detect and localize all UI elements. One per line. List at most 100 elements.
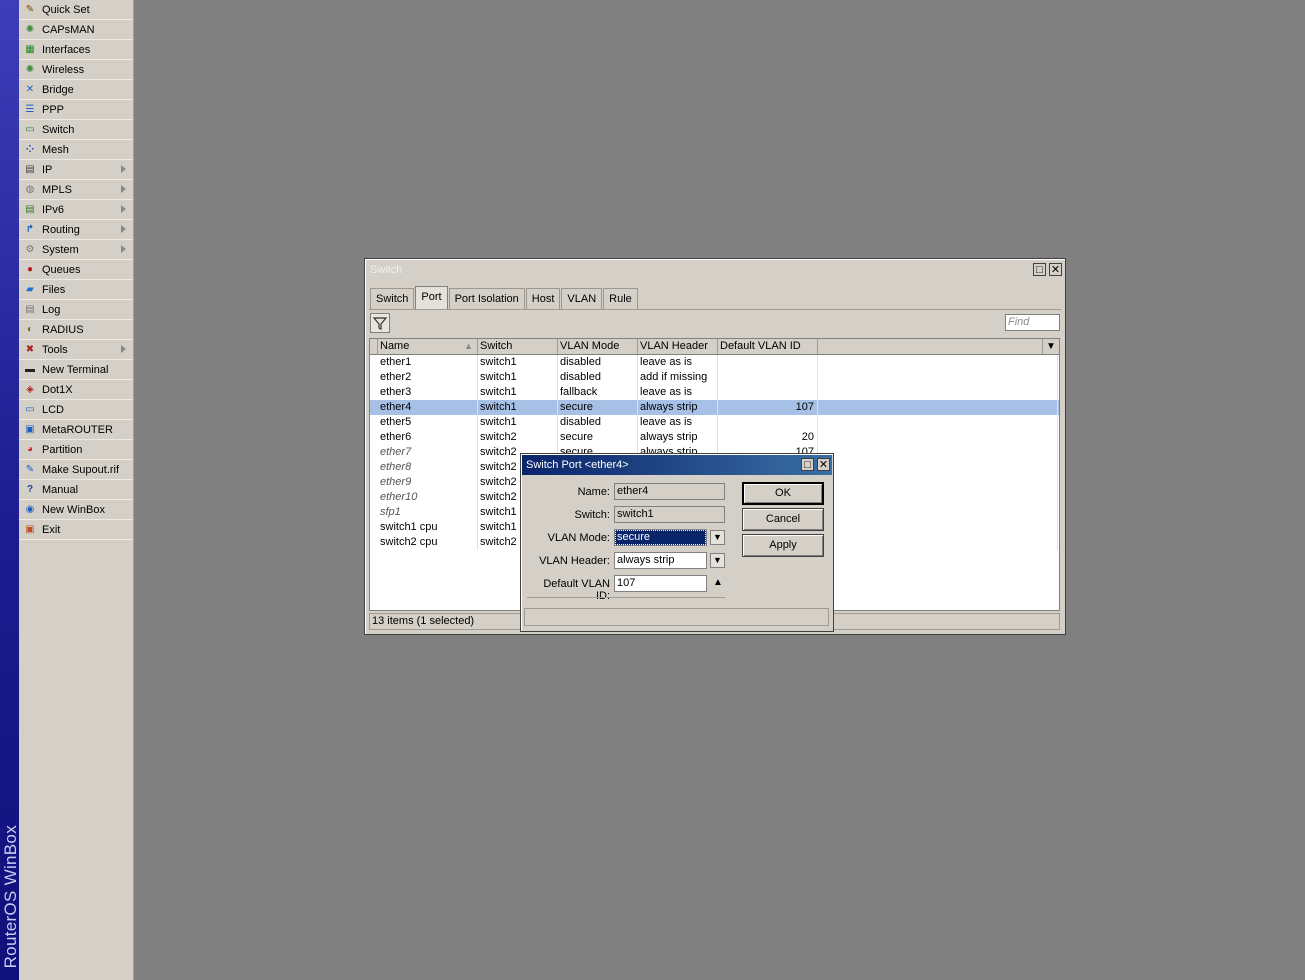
column-header-vlan-mode[interactable]: VLAN Mode — [558, 339, 638, 354]
tab-port[interactable]: Port — [415, 286, 448, 309]
ip-icon: ▤ — [25, 163, 35, 175]
sidebar-item-files[interactable]: ▰ Files — [19, 280, 133, 300]
sidebar-item-metarouter[interactable]: ▣ MetaROUTER — [19, 420, 133, 440]
name-field[interactable]: ether4 — [614, 483, 725, 500]
cell-filler — [818, 445, 1058, 460]
cell-default-vlan-id: 20 — [718, 430, 818, 445]
sidebar-item-label: Exit — [42, 523, 61, 536]
switch-icon: ▭ — [25, 123, 35, 135]
cell-name: ether1 — [378, 355, 478, 370]
sidebar-item-make-supout-rif[interactable]: ✎ Make Supout.rif — [19, 460, 133, 480]
filter-icon — [372, 317, 388, 330]
submenu-arrow-icon — [121, 205, 126, 213]
sidebar-item-mpls[interactable]: ◍ MPLS — [19, 180, 133, 200]
sidebar-item-dot1x[interactable]: ◈ Dot1X — [19, 380, 133, 400]
sidebar-item-radius[interactable]: ◐ RADIUS — [19, 320, 133, 340]
table-row[interactable]: ether6 switch2 secure always strip 20 — [370, 430, 1059, 445]
close-icon[interactable]: ✕ — [1049, 263, 1062, 276]
submenu-arrow-icon — [121, 245, 126, 253]
partition-icon: ◕ — [26, 443, 34, 455]
submenu-arrow-icon — [121, 345, 126, 353]
ok-button[interactable]: OK — [742, 482, 824, 505]
vlan-mode-dropdown-icon[interactable]: ▼ — [710, 530, 725, 545]
sidebar-item-log[interactable]: ▤ Log — [19, 300, 133, 320]
cell-filler — [818, 490, 1058, 505]
sidebar-item-label: Queues — [42, 263, 81, 276]
sidebar-item-new-winbox[interactable]: ◉ New WinBox — [19, 500, 133, 520]
tab-vlan[interactable]: VLAN — [561, 288, 603, 309]
cell-default-vlan-id — [718, 385, 818, 400]
sidebar-item-ipv6[interactable]: ▤ IPv6 — [19, 200, 133, 220]
table-row[interactable]: ether3 switch1 fallback leave as is — [370, 385, 1059, 400]
column-header-switch[interactable]: Switch — [478, 339, 558, 354]
cell-vlan-mode: secure — [558, 430, 638, 445]
sidebar-item-ip[interactable]: ▤ IP — [19, 160, 133, 180]
sidebar-item-interfaces[interactable]: ▦ Interfaces — [19, 40, 133, 60]
table-row[interactable]: ether5 switch1 disabled leave as is — [370, 415, 1059, 430]
maximize-icon[interactable]: □ — [1033, 263, 1046, 276]
sidebar-item-label: RADIUS — [42, 323, 84, 336]
sidebar-item-system[interactable]: ⚙ System — [19, 240, 133, 260]
log-icon: ▤ — [25, 303, 35, 315]
filter-button[interactable] — [370, 313, 390, 333]
switch-window-titlebar[interactable]: Switch □ ✕ — [366, 260, 1064, 280]
close-icon[interactable]: ✕ — [817, 458, 830, 471]
sidebar-item-exit[interactable]: ▣ Exit — [19, 520, 133, 540]
sidebar-item-label: PPP — [42, 103, 65, 116]
cell-name: switch1 cpu — [378, 520, 478, 535]
sidebar-item-queues[interactable]: ● Queues — [19, 260, 133, 280]
sidebar-item-label: Quick Set — [42, 3, 90, 16]
switch-port-dialog: Switch Port <ether4> □ ✕ Name: ether4 Sw… — [520, 453, 834, 632]
table-header: Name ▲ Switch VLAN Mode VLAN Header Defa… — [370, 339, 1059, 355]
default-vlan-id-field[interactable]: 107 — [614, 575, 707, 592]
cell-filler — [818, 370, 1058, 385]
table-row[interactable]: ether1 switch1 disabled leave as is — [370, 355, 1059, 370]
sidebar-item-switch[interactable]: ▭ Switch — [19, 120, 133, 140]
sidebar-item-partition[interactable]: ◕ Partition — [19, 440, 133, 460]
maximize-icon[interactable]: □ — [801, 458, 814, 471]
table-row[interactable]: ether2 switch1 disabled add if missing — [370, 370, 1059, 385]
vlan-mode-select[interactable]: secure — [614, 529, 707, 546]
cell-default-vlan-id — [718, 370, 818, 385]
collapse-up-icon[interactable]: ▲ — [713, 577, 723, 588]
dialog-titlebar[interactable]: Switch Port <ether4> □ ✕ — [522, 455, 832, 475]
sidebar-item-bridge[interactable]: ✕ Bridge — [19, 80, 133, 100]
vlan-header-select[interactable]: always strip — [614, 552, 707, 569]
sidebar-item-label: CAPsMAN — [42, 23, 95, 36]
sidebar-item-mesh[interactable]: ⁘ Mesh — [19, 140, 133, 160]
cell-name: ether3 — [378, 385, 478, 400]
sidebar-item-quick-set[interactable]: ✎ Quick Set — [19, 0, 133, 20]
column-chooser-button[interactable]: ▼ — [1042, 339, 1059, 354]
sidebar-item-wireless[interactable]: ✺ Wireless — [19, 60, 133, 80]
column-header-name[interactable]: Name ▲ — [378, 339, 478, 354]
sidebar-menu: ✎ Quick Set ✺ CAPsMAN ▦ Interfaces ✺ Wireless ✕ B… — [19, 0, 134, 980]
sidebar-item-manual[interactable]: ? Manual — [19, 480, 133, 500]
apply-button[interactable]: Apply — [742, 534, 824, 557]
sidebar-item-lcd[interactable]: ▭ LCD — [19, 400, 133, 420]
tab-host[interactable]: Host — [525, 288, 561, 309]
vlan-header-dropdown-icon[interactable]: ▼ — [710, 553, 725, 568]
sidebar-item-new-terminal[interactable]: ▬ New Terminal — [19, 360, 133, 380]
column-header-default-vlan-id[interactable]: Default VLAN ID — [718, 339, 818, 354]
column-header-vlan-header[interactable]: VLAN Header — [638, 339, 718, 354]
sidebar-item-tools[interactable]: ✖ Tools — [19, 340, 133, 360]
find-input[interactable]: Find — [1005, 314, 1060, 331]
switch-field[interactable]: switch1 — [614, 506, 725, 523]
cell-switch: switch1 — [478, 415, 558, 430]
sidebar-item-ppp[interactable]: ☰ PPP — [19, 100, 133, 120]
tab-rule[interactable]: Rule — [603, 288, 638, 309]
cell-vlan-header: leave as is — [638, 385, 718, 400]
sidebar-item-routing[interactable]: ↱ Routing — [19, 220, 133, 240]
tab-switch[interactable]: Switch — [370, 288, 415, 309]
name-label: Name: — [577, 486, 610, 498]
cell-name: sfp1 — [378, 505, 478, 520]
ppp-icon: ☰ — [25, 103, 35, 115]
cell-vlan-header: always strip — [638, 430, 718, 445]
cancel-button[interactable]: Cancel — [742, 508, 824, 531]
tab-port-isolation[interactable]: Port Isolation — [448, 288, 525, 309]
sidebar-item-label: Routing — [42, 223, 80, 236]
cell-default-vlan-id: 107 — [718, 400, 818, 415]
table-row[interactable]: ether4 switch1 secure always strip 107 — [370, 400, 1059, 415]
sidebar-item-capsman[interactable]: ✺ CAPsMAN — [19, 20, 133, 40]
cell-name: ether8 — [378, 460, 478, 475]
